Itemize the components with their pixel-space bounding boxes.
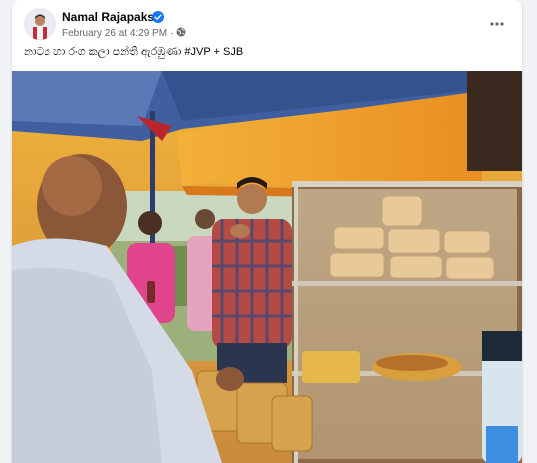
author-avatar[interactable] xyxy=(24,8,56,40)
author-name[interactable]: Namal Rajapaksa xyxy=(62,10,161,24)
globe-icon xyxy=(176,27,186,40)
post-meta: February 26 at 4:29 PM · xyxy=(62,27,186,40)
post-date[interactable]: February 26 at 4:29 PM xyxy=(62,28,167,39)
post-photo[interactable] xyxy=(12,71,522,463)
post-text: නාට්‍ය හා රංග කලා පන්ති ඇරඹුණා #JVP + SJ… xyxy=(24,46,244,58)
post-card: Namal Rajapaksa February 26 at 4:29 PM · xyxy=(12,0,522,463)
verified-badge-icon xyxy=(152,10,164,23)
more-options-button[interactable] xyxy=(486,12,508,32)
post-header: Namal Rajapaksa February 26 at 4:29 PM · xyxy=(12,0,522,44)
meta-separator: · xyxy=(170,28,174,39)
more-options-icon xyxy=(490,13,504,31)
